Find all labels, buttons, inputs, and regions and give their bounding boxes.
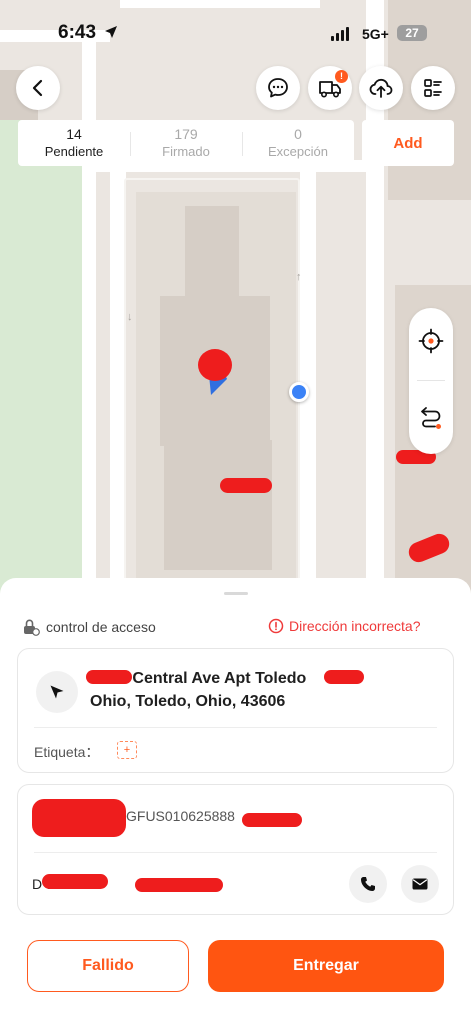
status-time: 6:43 [58, 22, 97, 43]
controls-divider [417, 380, 445, 381]
redaction-mark [220, 478, 272, 493]
upload-button[interactable] [359, 66, 403, 110]
map-park [0, 120, 82, 600]
access-control-label: control de acceso [46, 619, 156, 635]
network-label: 5G+ [362, 26, 389, 42]
map-building [164, 440, 272, 570]
crosshair-icon [418, 328, 444, 354]
tab-count: 14 [66, 126, 82, 142]
call-button[interactable] [349, 865, 387, 903]
mail-icon [412, 878, 428, 890]
signal-icon [331, 27, 349, 41]
tab-label: Pendiente [44, 144, 104, 159]
locate-button[interactable] [418, 328, 444, 354]
address-line-1: West Central Ave Apt Toledo [90, 670, 307, 687]
vehicle-button[interactable]: ! [308, 66, 352, 110]
status-tabs: 14 Pendiente 179 Firmado 0 Excepción [18, 120, 354, 166]
deliver-button[interactable]: Entregar [208, 940, 444, 992]
list-icon [424, 79, 442, 97]
map-building [185, 206, 239, 298]
redaction-mark [32, 799, 126, 837]
map-direction-arrow: ↓ [127, 311, 133, 323]
sheet-drag-handle[interactable] [224, 592, 248, 595]
tab-count: 179 [174, 126, 198, 142]
redaction-mark [42, 874, 108, 889]
back-button[interactable] [16, 66, 60, 110]
tab-label: Excepción [268, 144, 328, 159]
add-tag-button[interactable]: + [117, 741, 137, 759]
map-direction-arrow: ↑ [296, 271, 302, 283]
card-divider [34, 852, 437, 853]
address-line-2: Ohio, Toledo, Ohio, 43606 [90, 693, 286, 710]
recipient-card: GFUS010625888 D sen [17, 784, 454, 915]
wrong-address-link[interactable]: Dirección incorrecta? [268, 618, 421, 634]
tag-label: Etiqueta： [34, 744, 100, 760]
current-location-dot [289, 382, 309, 402]
address-card: West Central Ave Apt Toledo Ohio, Toledo… [17, 648, 454, 773]
add-button[interactable]: Add [362, 120, 454, 166]
access-control[interactable]: control de acceso [22, 618, 156, 636]
chat-bubble-icon [268, 78, 288, 98]
battery-indicator: 27 [397, 25, 427, 41]
tab-count: 0 [294, 126, 302, 142]
map-road [82, 30, 96, 600]
chat-button[interactable] [256, 66, 300, 110]
navigation-arrow-icon [50, 685, 64, 699]
map-controls [409, 308, 453, 454]
email-button[interactable] [401, 865, 439, 903]
route-button[interactable] [418, 404, 444, 430]
tracking-number: GFUS010625888 [126, 808, 235, 824]
stop-detail-sheet: control de acceso Dirección incorrecta? … [0, 578, 471, 1024]
tab-pending[interactable]: 14 Pendiente [18, 120, 130, 166]
redaction-mark [135, 878, 223, 892]
redaction-mark [86, 670, 132, 684]
card-divider [34, 727, 437, 728]
redaction-mark [324, 670, 364, 684]
cloud-upload-icon [369, 78, 393, 98]
destination-pin-icon[interactable] [195, 345, 235, 397]
delivery-address: West Central Ave Apt Toledo Ohio, Toledo… [90, 667, 440, 713]
status-bar: 6:43 5G+ 27 [0, 0, 471, 62]
wrong-address-label: Dirección incorrecta? [289, 618, 421, 634]
navigate-button[interactable] [36, 671, 78, 713]
tab-exception[interactable]: 0 Excepción [242, 120, 354, 166]
tab-signed[interactable]: 179 Firmado [130, 120, 242, 166]
lock-icon [24, 619, 40, 636]
route-icon [421, 407, 441, 429]
vehicle-alert-badge: ! [335, 70, 348, 83]
chevron-left-icon [32, 79, 43, 97]
tab-label: Firmado [162, 144, 210, 159]
alert-circle-icon [268, 618, 284, 634]
location-arrow-icon [105, 26, 117, 38]
failed-button[interactable]: Fallido [27, 940, 189, 992]
list-view-button[interactable] [411, 66, 455, 110]
phone-icon [361, 877, 375, 891]
redaction-mark [242, 813, 302, 827]
